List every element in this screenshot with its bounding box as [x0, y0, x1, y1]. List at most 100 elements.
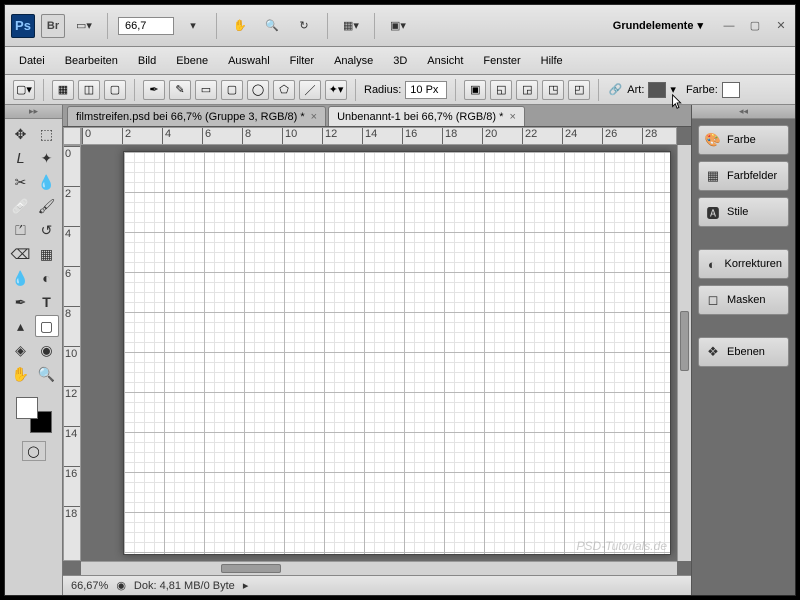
scrollbar-vertical[interactable] [677, 145, 691, 561]
menu-select[interactable]: Auswahl [218, 50, 280, 72]
dodge-tool-icon[interactable]: ◐ [35, 267, 59, 289]
zoom-value[interactable]: 66,7 [118, 17, 174, 35]
menu-image[interactable]: Bild [128, 50, 166, 72]
crop-tool-icon[interactable]: ✂ [9, 171, 33, 193]
shape-tool-icon[interactable]: ▢ [35, 315, 59, 337]
radius-input[interactable] [405, 81, 447, 99]
canvas[interactable] [123, 151, 671, 555]
panel-ebenen[interactable]: ❖ Ebenen [698, 337, 789, 367]
panel-stile[interactable]: 🅰 Stile [698, 197, 789, 227]
intersect-shape-icon[interactable]: ◳ [542, 80, 564, 100]
new-shape-icon[interactable]: ▣ [464, 80, 486, 100]
style-swatch[interactable] [648, 82, 666, 98]
chevron-right-icon[interactable]: ▸ [243, 579, 249, 592]
subtract-shape-icon[interactable]: ◲ [516, 80, 538, 100]
history-brush-icon[interactable]: ↺ [35, 219, 59, 241]
panel-farbe[interactable]: 🎨 Farbe [698, 125, 789, 155]
quick-mask-icon[interactable]: ◯ [22, 441, 46, 461]
add-shape-icon[interactable]: ◱ [490, 80, 512, 100]
rounded-rect-icon[interactable]: ▢ [221, 80, 243, 100]
separator [107, 13, 108, 39]
menu-window[interactable]: Fenster [473, 50, 530, 72]
3d-camera-icon[interactable]: ◉ [35, 339, 59, 361]
tool-preset-icon[interactable]: ▢▾ [13, 80, 35, 100]
color-swatch[interactable] [722, 82, 740, 98]
custom-shape-icon[interactable]: ✦▾ [325, 80, 347, 100]
status-icon[interactable]: ◉ [116, 579, 126, 592]
polygon-icon[interactable]: ⬠ [273, 80, 295, 100]
hand-pan-icon[interactable]: ✋ [9, 363, 33, 385]
status-doc-info[interactable]: Dok: 4,81 MB/0 Byte [134, 580, 235, 592]
link-icon[interactable]: 🔗 [607, 80, 623, 100]
ruler-horizontal[interactable]: 0246810121416182022242628 [81, 127, 677, 145]
eraser-tool-icon[interactable]: ⌫ [9, 243, 33, 265]
panel-korrekturen[interactable]: ◐ Korrekturen [698, 249, 789, 279]
tools-collapse-icon[interactable]: ▸▸ [5, 105, 62, 119]
ruler-vertical[interactable]: 024681012141618 [63, 145, 81, 561]
zoom-dropdown-icon[interactable]: ▾ [180, 14, 206, 38]
menu-filter[interactable]: Filter [280, 50, 324, 72]
menu-help[interactable]: Hilfe [531, 50, 573, 72]
zoom-in-icon[interactable]: 🔍 [35, 363, 59, 385]
panel-farbfelder[interactable]: ▦ Farbfelder [698, 161, 789, 191]
path-select-icon[interactable]: ▴ [9, 315, 33, 337]
panel-label: Farbe [727, 134, 756, 146]
scroll-thumb[interactable] [221, 564, 281, 573]
close-icon[interactable]: × [509, 111, 515, 123]
rotate-view-icon[interactable]: ↻ [291, 14, 317, 38]
menu-file[interactable]: Datei [9, 50, 55, 72]
move-tool-icon[interactable]: ✥ [9, 123, 33, 145]
eyedropper-icon[interactable]: 💧 [35, 171, 59, 193]
gradient-tool-icon[interactable]: ▦ [35, 243, 59, 265]
panel-label: Korrekturen [725, 258, 782, 270]
ruler-origin[interactable] [63, 127, 81, 145]
document-tab[interactable]: filmstreifen.psd bei 66,7% (Gruppe 3, RG… [67, 106, 326, 126]
hand-tool-icon[interactable]: ✋ [227, 14, 253, 38]
screen-mode-icon[interactable]: ▣▾ [385, 14, 411, 38]
lasso-tool-icon[interactable]: 𝘓 [9, 147, 33, 169]
minimize-button[interactable]: — [721, 19, 737, 33]
zoom-tool-icon[interactable]: 🔍 [259, 14, 285, 38]
art-label: Art: [627, 84, 644, 96]
3d-tool-icon[interactable]: ◈ [9, 339, 33, 361]
menu-layer[interactable]: Ebene [166, 50, 218, 72]
blur-tool-icon[interactable]: 💧 [9, 267, 33, 289]
pen-icon[interactable]: ✒ [143, 80, 165, 100]
rect-shape-icon[interactable]: ▭ [195, 80, 217, 100]
healing-brush-icon[interactable]: 🩹 [9, 195, 33, 217]
marquee-tool-icon[interactable]: ⬚ [35, 123, 59, 145]
scrollbar-horizontal[interactable] [81, 561, 677, 575]
close-icon[interactable]: × [311, 111, 317, 123]
type-tool-icon[interactable]: T [35, 291, 59, 313]
maximize-button[interactable]: ▢ [747, 19, 763, 33]
exclude-shape-icon[interactable]: ◰ [568, 80, 590, 100]
status-zoom[interactable]: 66,67% [71, 580, 108, 592]
menu-view[interactable]: Ansicht [417, 50, 473, 72]
arrange-icon[interactable]: ▦▾ [338, 14, 364, 38]
freeform-pen-icon[interactable]: ✎ [169, 80, 191, 100]
workspace-picker[interactable]: Grundelemente ▾ [605, 15, 711, 36]
pen-tool-icon[interactable]: ✒ [9, 291, 33, 313]
chevron-down-icon[interactable]: ▾ [670, 83, 676, 96]
menu-analysis[interactable]: Analyse [324, 50, 383, 72]
stamp-tool-icon[interactable]: ⏍ [9, 219, 33, 241]
line-icon[interactable]: ／ [299, 80, 321, 100]
panels-collapse-icon[interactable]: ◂◂ [692, 105, 795, 119]
menu-edit[interactable]: Bearbeiten [55, 50, 128, 72]
scroll-thumb[interactable] [680, 311, 689, 371]
ellipse-icon[interactable]: ◯ [247, 80, 269, 100]
fill-pixels-icon[interactable]: ▢ [104, 80, 126, 100]
app-icon[interactable]: Ps [11, 14, 35, 38]
menu-3d[interactable]: 3D [383, 50, 417, 72]
foreground-color-swatch[interactable] [16, 397, 38, 419]
paths-icon[interactable]: ◫ [78, 80, 100, 100]
layout-picker-icon[interactable]: ▭▾ [71, 14, 97, 38]
shape-layers-icon[interactable]: ▦ [52, 80, 74, 100]
magic-wand-icon[interactable]: ✦ [35, 147, 59, 169]
document-tab[interactable]: Unbenannt-1 bei 66,7% (RGB/8) * × [328, 106, 525, 126]
panel-masken[interactable]: ◻ Masken [698, 285, 789, 315]
bridge-icon[interactable]: Br [41, 14, 65, 38]
brush-tool-icon[interactable]: 🖌 [35, 195, 59, 217]
color-swatches[interactable] [16, 397, 52, 433]
close-button[interactable]: ✕ [773, 19, 789, 33]
